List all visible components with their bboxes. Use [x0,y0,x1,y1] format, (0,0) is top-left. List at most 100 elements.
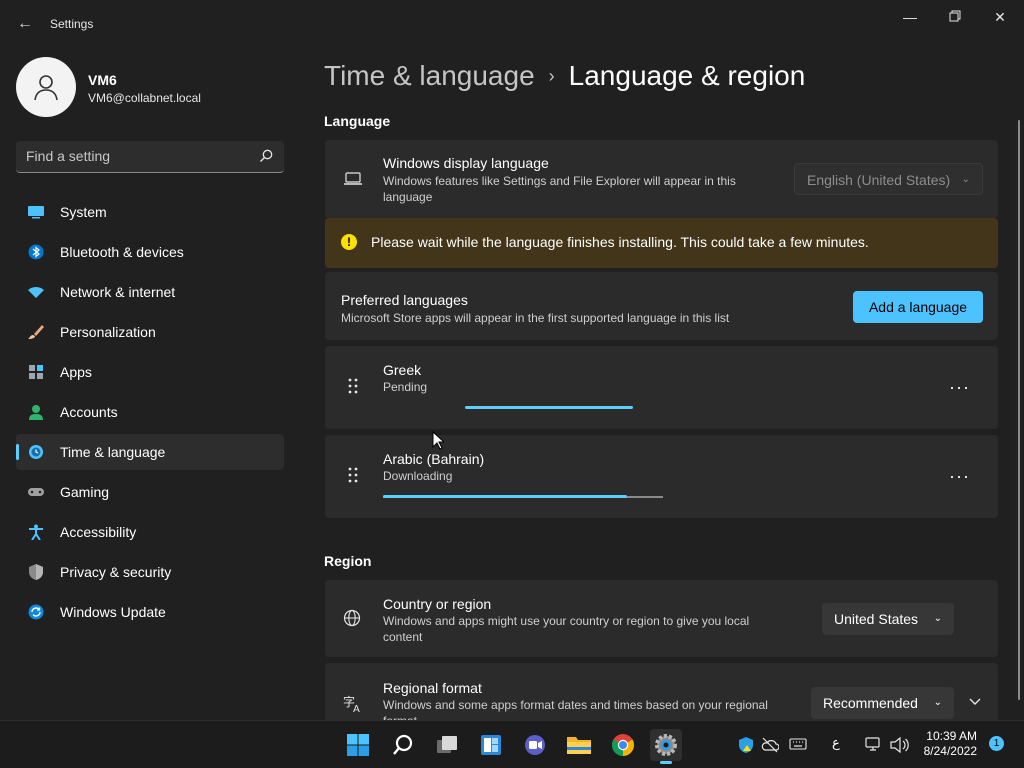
country-region-title: Country or region [383,596,492,612]
search-icon [393,734,413,755]
sidebar-item-time-language[interactable]: Time & language [16,434,284,470]
security-shield-icon[interactable] [737,736,755,754]
search-icon[interactable] [258,148,274,164]
sidebar-item-privacy[interactable]: Privacy & security [16,554,284,590]
sidebar-item-label: Gaming [60,484,110,500]
add-language-button[interactable]: Add a language [853,291,983,323]
language-item-arabic-bahrain[interactable]: Arabic (Bahrain) Downloading ··· [325,435,998,518]
more-options-icon[interactable]: ··· [949,378,970,396]
sidebar-item-label: Personalization [60,324,156,340]
sidebar-item-label: Bluetooth & devices [60,244,184,260]
sidebar-item-apps[interactable]: Apps [16,354,284,390]
page-title: Language & region [568,60,806,91]
widgets-icon [481,735,501,755]
regional-format-value: Recommended [823,695,918,711]
taskbar-search-button[interactable] [387,729,419,761]
brush-icon [28,325,44,339]
display-language-value: English (United States) [807,172,951,188]
task-view-icon [437,736,457,753]
avatar[interactable] [16,57,76,117]
close-button[interactable]: ✕ [986,6,1014,28]
svg-text:A: A [353,704,360,713]
language-status: Pending [383,380,428,394]
display-language-title: Windows display language [383,155,549,171]
gamepad-icon [28,488,44,496]
shield-icon [29,564,43,580]
bluetooth-icon [28,244,44,260]
warning-icon: ! [341,234,357,250]
regional-format-card[interactable]: 字 A Regional format Windows and some app… [325,663,998,720]
input-language-indicator[interactable]: ع [832,735,840,751]
file-explorer-button[interactable] [563,729,595,761]
minimize-button[interactable]: — [896,6,924,28]
breadcrumb: Time & language › Language & region [324,58,805,94]
sidebar-item-accessibility[interactable]: Accessibility [16,514,284,550]
sidebar-item-label: System [60,204,107,220]
country-region-dropdown[interactable]: United States ⌄ [822,603,954,635]
chrome-button[interactable] [607,729,639,761]
display-language-dropdown[interactable]: English (United States) ⌄ [794,163,983,195]
sidebar-item-label: Network & internet [60,284,176,300]
language-section-title: Language [324,113,391,129]
search-box[interactable] [16,141,284,173]
user-name: VM6 [88,72,117,88]
apps-icon [29,365,43,379]
install-warning-bar: ! Please wait while the language finishe… [325,218,998,268]
update-icon [28,604,44,620]
language-name: Arabic (Bahrain) [383,451,485,467]
sidebar-item-gaming[interactable]: Gaming [16,474,284,510]
more-options-icon[interactable]: ··· [949,467,970,485]
sidebar-item-label: Apps [60,364,92,380]
settings-taskbar-button[interactable] [650,729,682,764]
drag-handle-icon[interactable] [347,467,359,483]
drag-handle-icon[interactable] [347,378,359,394]
onedrive-offline-icon[interactable] [761,737,779,753]
language-name: Greek [383,362,422,378]
language-format-icon: 字 A [343,694,360,713]
clock[interactable]: 10:39 AM 8/24/2022 [915,729,977,759]
sidebar-item-personalization[interactable]: Personalization [16,314,284,350]
language-item-greek[interactable]: Greek Pending ··· [325,346,998,429]
widgets-button[interactable] [475,729,507,761]
breadcrumb-parent[interactable]: Time & language [324,60,535,91]
sidebar-item-network[interactable]: Network & internet [16,274,284,310]
sidebar-item-bluetooth[interactable]: Bluetooth & devices [16,234,284,270]
taskbar: ع 10:39 AM 8/24/2022 1 [0,720,1024,768]
window-title: Settings [50,17,94,31]
sidebar-item-accounts[interactable]: Accounts [16,394,284,430]
clock-time: 10:39 AM [926,729,977,743]
start-button[interactable] [342,729,374,761]
chevron-down-icon: ⌄ [933,613,942,624]
user-email: VM6@collabnet.local [88,91,201,105]
mouse-cursor-icon [432,431,444,450]
sidebar-item-windows-update[interactable]: Windows Update [16,594,284,630]
chat-button[interactable] [519,729,551,761]
scrollbar[interactable] [1018,120,1020,700]
settings-icon [655,734,677,756]
search-input[interactable] [26,148,246,164]
country-region-description: Windows and apps might use your country … [383,614,750,644]
preferred-languages-title: Preferred languages [341,292,468,308]
maximize-button[interactable] [941,6,969,28]
laptop-icon [344,172,362,185]
sidebar-item-system[interactable]: System [16,194,284,230]
expand-chevron-icon[interactable] [969,698,981,706]
back-arrow-icon[interactable]: ← [14,14,36,34]
start-icon [347,734,369,756]
sidebar-nav: System Bluetooth & devices Network & int… [16,194,284,634]
sidebar-item-label: Windows Update [60,604,166,620]
sidebar-item-label: Privacy & security [60,564,172,580]
wifi-icon [28,286,44,298]
network-icon[interactable] [864,736,882,754]
keyboard-icon[interactable] [789,738,807,750]
accounts-icon [29,405,43,420]
notification-badge[interactable]: 1 [989,736,1004,751]
regional-format-description: Windows and some apps format dates and t… [383,698,768,720]
chat-icon [525,735,545,755]
task-view-button[interactable] [431,729,463,761]
regional-format-dropdown[interactable]: Recommended ⌄ [811,687,954,719]
display-language-description: Windows features like Settings and File … [383,174,736,204]
volume-icon[interactable] [889,736,909,754]
sidebar-item-label: Accounts [60,404,118,420]
warning-message: Please wait while the language finishes … [371,234,869,250]
